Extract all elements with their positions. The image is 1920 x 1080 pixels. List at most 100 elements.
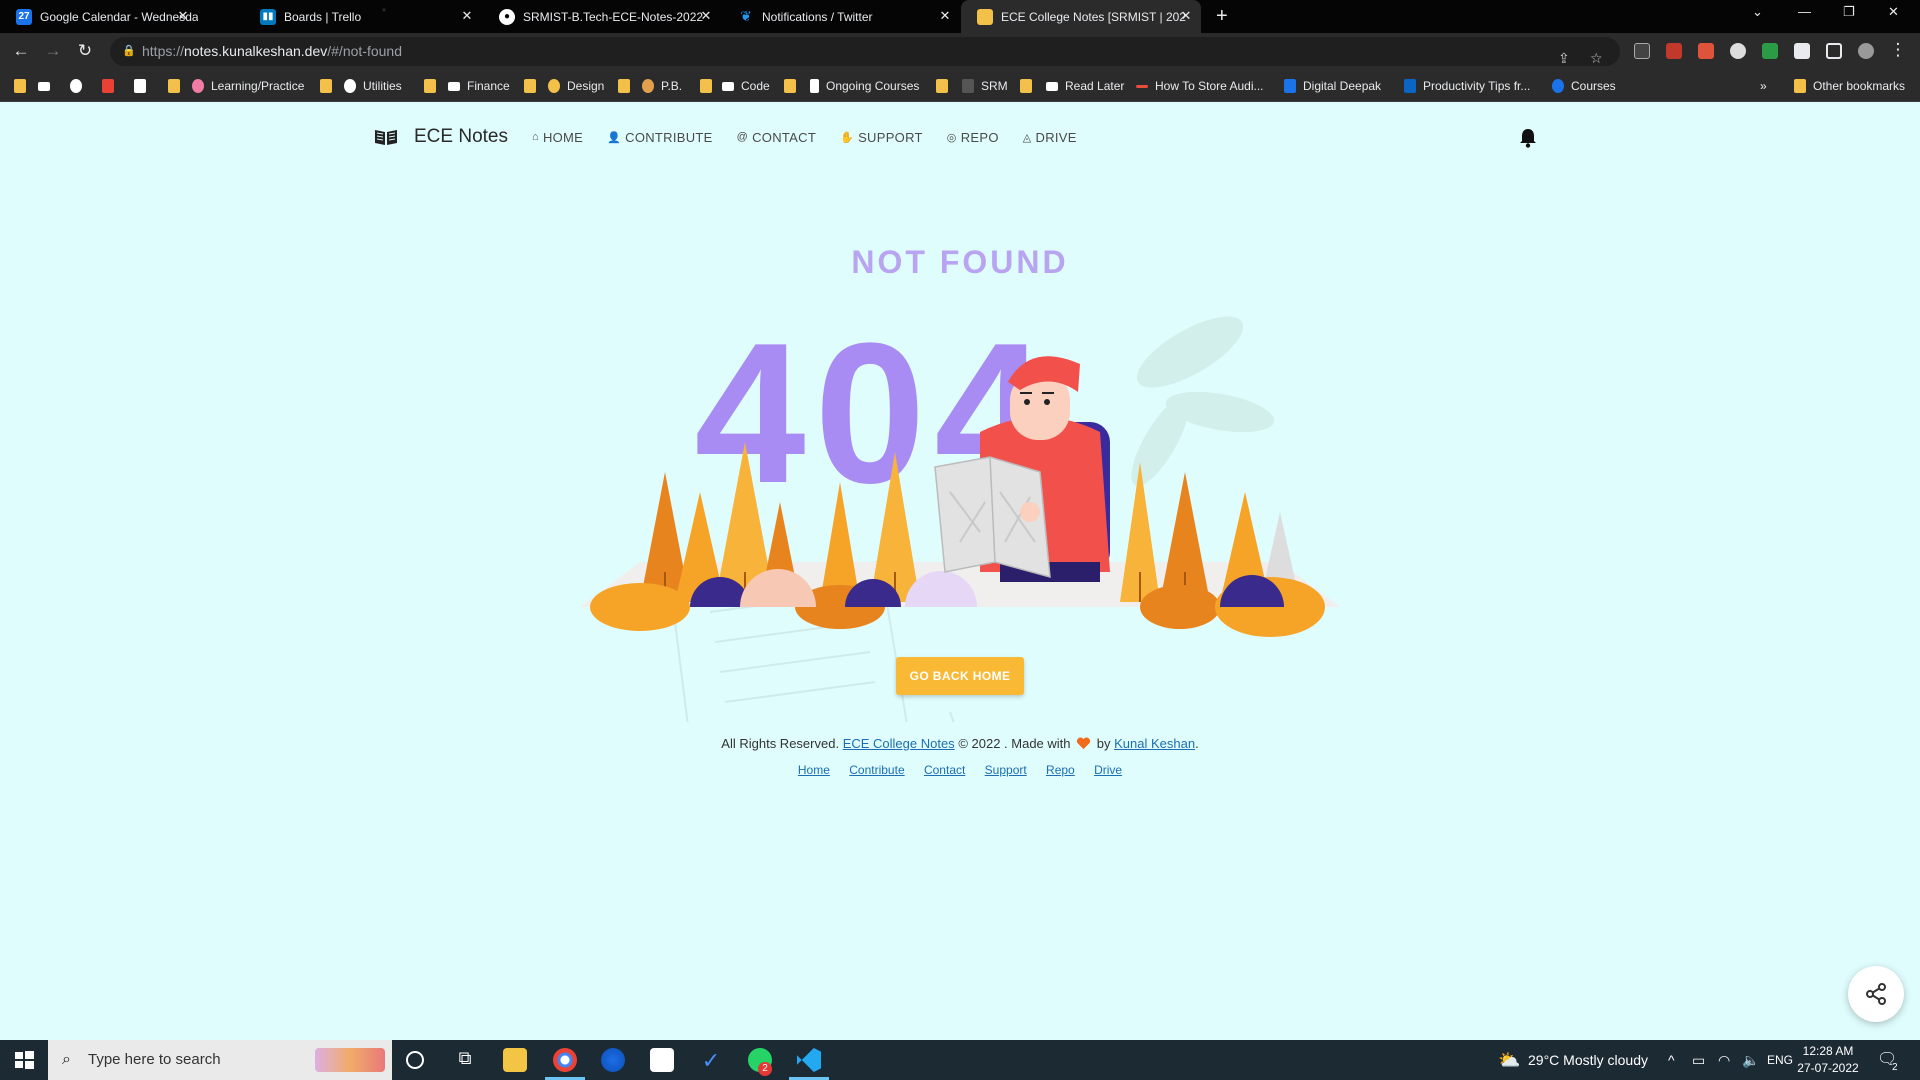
taskbar-clock[interactable]: 12:28 AM 27-07-2022 — [1793, 1043, 1863, 1077]
footer-link-contribute[interactable]: Contribute — [849, 763, 904, 777]
share-page-icon[interactable]: ⇪ — [1558, 44, 1570, 73]
tab-search-chevron-icon[interactable]: ⌄ — [1752, 4, 1763, 20]
firefox-icon[interactable] — [601, 1048, 625, 1072]
bookmark-learning[interactable]: Learning/Practice — [192, 78, 304, 94]
close-tab-icon[interactable]: ✕ — [460, 9, 474, 23]
extension-icon[interactable] — [1698, 43, 1714, 59]
close-tab-icon[interactable]: ✕ — [176, 9, 190, 23]
bookmark-folder-icon[interactable] — [524, 78, 543, 94]
kebab-menu-icon[interactable]: ⋮ — [1888, 40, 1908, 60]
bookmark-ongoing-courses[interactable]: Ongoing Courses — [810, 78, 919, 94]
bookmark-utilities[interactable]: Utilities — [344, 78, 402, 94]
bookmark-productivity[interactable]: Productivity Tips fr... — [1404, 78, 1530, 94]
bookmark-folder-icon[interactable] — [1020, 78, 1039, 94]
restore-icon[interactable]: ❐ — [1843, 4, 1855, 20]
bookmark-folder-icon[interactable] — [168, 78, 187, 94]
bell-icon[interactable] — [1517, 127, 1539, 149]
other-bookmarks[interactable]: Other bookmarks — [1794, 78, 1905, 94]
search-highlight-icon[interactable] — [315, 1048, 385, 1072]
footer-site-link[interactable]: ECE College Notes — [843, 736, 955, 751]
footer-link-home[interactable]: Home — [798, 763, 830, 777]
nav-support[interactable]: ✋ SUPPORT — [840, 130, 923, 145]
bookmark-store-audio[interactable]: How To Store Audi... — [1136, 78, 1264, 94]
language-indicator[interactable]: ENG — [1767, 1040, 1793, 1080]
tab-github-repo[interactable]: ● SRMIST-B.Tech-ECE-Notes-2022 ✕ — [483, 0, 721, 33]
at-icon: @ — [736, 131, 749, 143]
puzzle-extensions-icon[interactable] — [1794, 43, 1810, 59]
bookmark-folder-icon[interactable] — [14, 78, 33, 94]
windows-start-icon[interactable] — [12, 1048, 36, 1072]
task-view-icon[interactable]: ⧉ — [453, 1048, 477, 1072]
nav-home[interactable]: ⌂ HOME — [532, 130, 583, 145]
minimize-icon[interactable]: — — [1798, 4, 1811, 19]
footer-link-repo[interactable]: Repo — [1046, 763, 1075, 777]
bookmark-star-icon[interactable]: ☆ — [1590, 44, 1603, 73]
bookmark-digital-deepak[interactable]: Digital Deepak — [1284, 78, 1381, 94]
tab-trello[interactable]: ▮▮ Boards | Trello ✕ — [244, 0, 482, 33]
site-brand[interactable]: ECE Notes — [414, 126, 508, 148]
notion-extension-icon[interactable] — [1634, 43, 1650, 59]
bookmark-folder-icon[interactable] — [320, 78, 339, 94]
notification-center-icon[interactable]: 🗨 — [1877, 1040, 1897, 1080]
bookmark-design[interactable]: Design — [548, 78, 604, 94]
side-panel-icon[interactable] — [1826, 43, 1842, 59]
book-icon[interactable] — [374, 128, 398, 146]
extension-icon[interactable] — [1666, 43, 1682, 59]
footer-author-link[interactable]: Kunal Keshan — [1114, 736, 1195, 751]
chrome-icon[interactable] — [553, 1048, 577, 1072]
cortana-icon[interactable] — [406, 1051, 424, 1069]
new-tab-plus-icon[interactable]: + — [1216, 5, 1228, 28]
more-bookmarks-chevron-icon[interactable]: » — [1760, 78, 1767, 94]
bookmark-pb[interactable]: P.B. — [642, 78, 682, 94]
close-tab-icon[interactable]: ✕ — [938, 9, 952, 23]
vscode-icon[interactable] — [797, 1048, 821, 1072]
meet-now-icon[interactable]: ▭ — [1692, 1040, 1705, 1080]
nav-contribute[interactable]: 👤 CONTRIBUTE — [607, 130, 713, 145]
reload-icon[interactable]: ↻ — [75, 41, 95, 61]
browser-tab-strip: 27 Google Calendar - Wednesday, J ✕ ▮▮ B… — [0, 0, 1920, 33]
footer-link-support[interactable]: Support — [985, 763, 1027, 777]
show-hidden-icons-chevron-icon[interactable]: ^ — [1668, 1040, 1675, 1080]
tab-google-calendar[interactable]: 27 Google Calendar - Wednesday, J ✕ — [0, 0, 198, 33]
bookmark-folder-icon[interactable] — [618, 78, 637, 94]
trello-icon[interactable] — [134, 78, 153, 94]
extension-icon[interactable] — [1730, 43, 1746, 59]
clock-date: 27-07-2022 — [1797, 1061, 1859, 1075]
weather-text[interactable]: 29°C Mostly cloudy — [1528, 1040, 1648, 1080]
forward-arrow-icon[interactable]: → — [43, 41, 63, 61]
bookmark-folder-icon[interactable] — [784, 78, 803, 94]
extension-icon[interactable] — [1762, 43, 1778, 59]
footer-link-drive[interactable]: Drive — [1094, 763, 1122, 777]
go-back-home-button[interactable]: GO BACK HOME — [896, 657, 1024, 695]
bookmark-read-later[interactable]: Read Later — [1046, 78, 1124, 94]
volume-icon[interactable]: 🔈 — [1742, 1040, 1759, 1080]
nav-repo[interactable]: ◎ REPO — [947, 130, 999, 145]
close-tab-icon[interactable]: ✕ — [1179, 9, 1193, 23]
back-arrow-icon[interactable]: ← — [11, 41, 31, 61]
bookmark-srm[interactable]: SRM — [962, 78, 1008, 94]
close-tab-icon[interactable]: ✕ — [699, 9, 713, 23]
github-icon[interactable] — [70, 78, 89, 94]
calendar-icon[interactable] — [102, 78, 121, 94]
bookmark-courses[interactable]: Courses — [1552, 78, 1616, 94]
bookmark-folder-icon[interactable] — [424, 78, 443, 94]
bookmark-code[interactable]: Code — [722, 78, 770, 94]
profile-avatar[interactable] — [1858, 43, 1874, 59]
address-bar[interactable]: 🔒 https://notes.kunalkeshan.dev/#/not-fou… — [110, 37, 1620, 66]
bookmark-folder-icon[interactable] — [700, 78, 719, 94]
file-explorer-icon[interactable] — [503, 1048, 527, 1072]
email-icon[interactable] — [38, 78, 57, 94]
network-icon[interactable]: ◠ — [1718, 1040, 1730, 1080]
bookmark-folder-icon[interactable] — [936, 78, 955, 94]
share-button[interactable] — [1848, 966, 1904, 1022]
todo-check-icon[interactable]: ✓ — [699, 1048, 723, 1073]
weather-cloud-icon[interactable]: ⛅ — [1498, 1040, 1520, 1080]
bookmark-finance[interactable]: Finance — [448, 78, 510, 94]
tab-ece-notes[interactable]: ECE College Notes [SRMIST | 202 ✕ — [961, 0, 1201, 33]
tab-twitter[interactable]: ❦ Notifications / Twitter ✕ — [722, 0, 960, 33]
nav-drive[interactable]: ◬ DRIVE — [1023, 130, 1077, 145]
footer-link-contact[interactable]: Contact — [924, 763, 965, 777]
notion-icon[interactable] — [650, 1048, 674, 1072]
nav-contact[interactable]: @ CONTACT — [737, 130, 816, 145]
close-window-icon[interactable]: ✕ — [1888, 4, 1899, 20]
